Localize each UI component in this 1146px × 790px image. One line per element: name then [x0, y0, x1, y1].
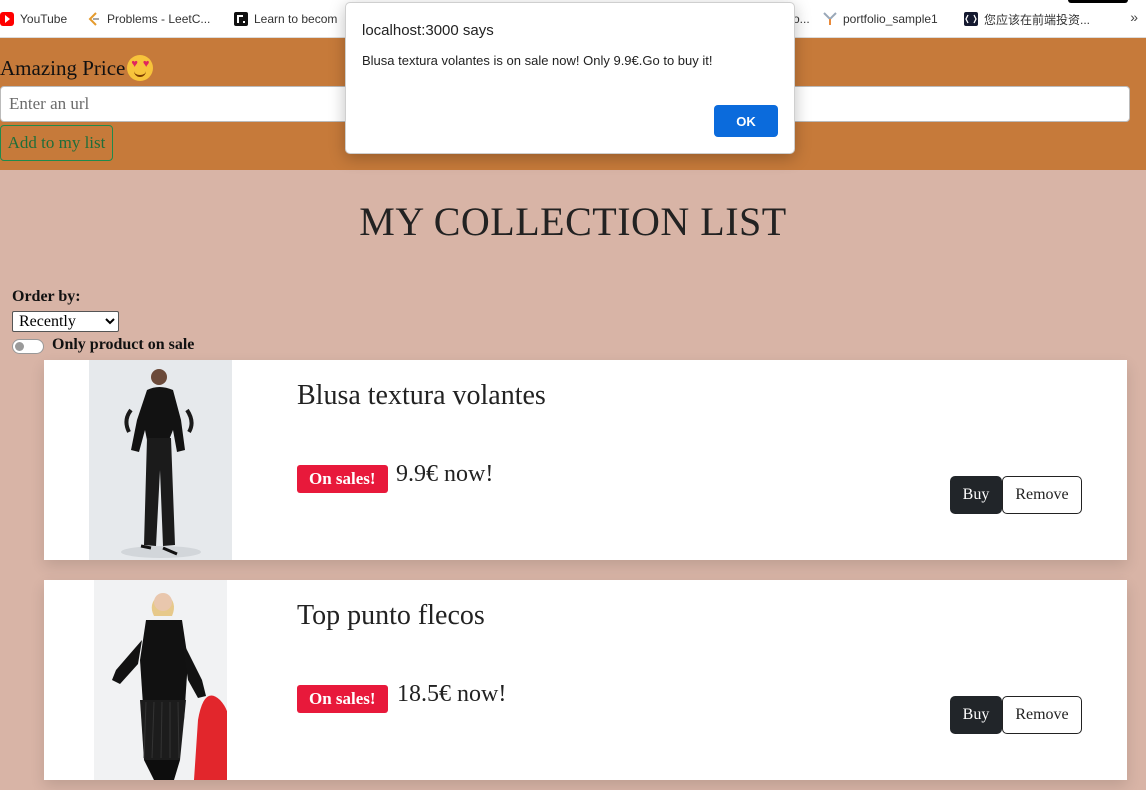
product-card: Top punto flecos On sales! 18.5€ now! Bu…	[44, 580, 1127, 780]
bookmark-learn[interactable]: Learn to becom	[234, 10, 337, 28]
bookmarks-overflow-button[interactable]: »	[1130, 9, 1138, 25]
product-name[interactable]: Top punto flecos	[297, 600, 485, 632]
order-by-select[interactable]: Recently	[12, 311, 119, 332]
order-by-label: Order by:	[12, 288, 81, 305]
portfolio-icon	[823, 12, 837, 26]
page-title: MY COLLECTION LIST	[359, 199, 787, 244]
product-image[interactable]	[89, 360, 232, 560]
toggle-knob	[15, 342, 24, 351]
leetcode-icon	[87, 12, 101, 26]
bookmark-label: YouTube	[20, 12, 68, 26]
product-price: 18.5€ now!	[397, 681, 507, 707]
alert-dialog: localhost:3000 says Blusa textura volant…	[345, 2, 795, 154]
bookmark-label: o...	[793, 12, 810, 26]
buy-button[interactable]: Buy	[950, 476, 1002, 514]
bookmark-leetcode[interactable]: Problems - LeetC...	[87, 10, 210, 28]
brand-title: Amazing Price	[0, 55, 126, 80]
brand: Amazing Price	[0, 55, 154, 81]
remove-button[interactable]: Remove	[1002, 476, 1082, 514]
bookmark-label: Problems - LeetC...	[107, 12, 211, 26]
product-image[interactable]	[94, 580, 227, 780]
remove-button[interactable]: Remove	[1002, 696, 1082, 734]
add-to-list-button[interactable]: Add to my list	[0, 125, 113, 161]
product-name[interactable]: Blusa textura volantes	[297, 380, 546, 412]
dialog-title: localhost:3000 says	[362, 22, 494, 39]
bookmark-youtube[interactable]: YouTube	[0, 10, 67, 28]
ok-button[interactable]: OK	[714, 105, 778, 137]
bookmark-label: Learn to becom	[254, 12, 338, 26]
bookmark-truncated[interactable]: o...	[793, 10, 810, 28]
buy-button[interactable]: Buy	[950, 696, 1002, 734]
bookmark-label: 您应该在前端投资...	[984, 12, 1091, 27]
bookmark-label: portfolio_sample1	[843, 12, 938, 26]
product-card: Blusa textura volantes On sales! 9.9€ no…	[44, 360, 1127, 560]
sale-only-toggle[interactable]	[12, 339, 44, 354]
sale-badge: On sales!	[297, 465, 388, 493]
sale-badge: On sales!	[297, 685, 388, 713]
sale-only-label: Only product on sale	[52, 336, 195, 353]
product-price: 9.9€ now!	[396, 461, 494, 487]
youtube-icon	[0, 12, 14, 26]
tab-indicator	[1068, 0, 1128, 3]
site-icon	[964, 12, 978, 26]
bookmark-chinese-article[interactable]: 您应该在前端投资...	[964, 10, 1090, 28]
bookmark-portfolio[interactable]: portfolio_sample1	[823, 10, 938, 28]
bookmark-dark-icon	[234, 12, 248, 26]
heart-eyes-emoji-icon	[127, 55, 154, 81]
dialog-message: Blusa textura volantes is on sale now! O…	[362, 53, 713, 68]
